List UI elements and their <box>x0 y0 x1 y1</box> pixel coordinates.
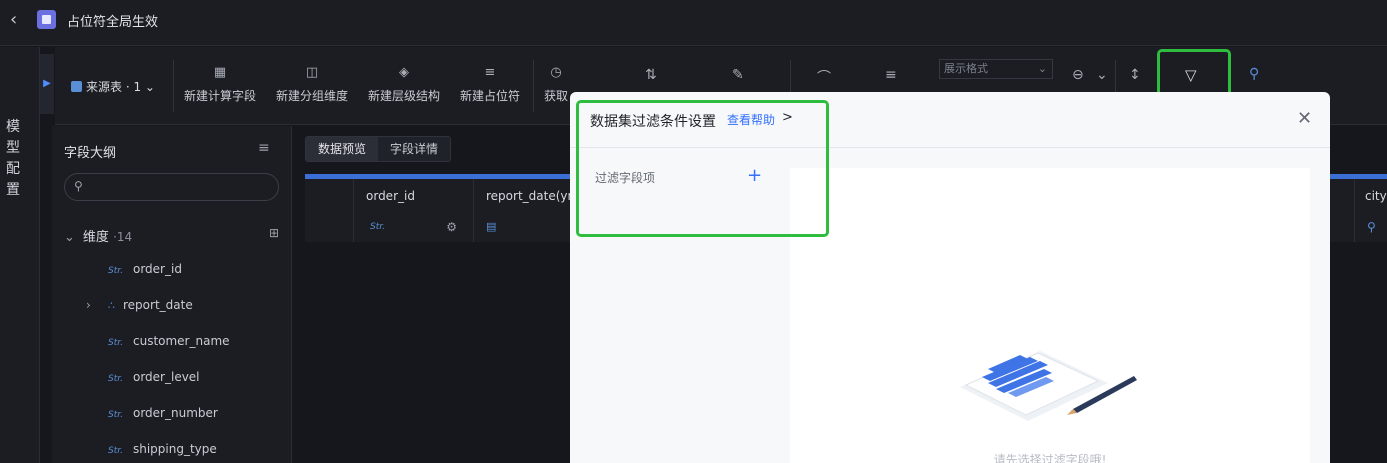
dataset-icon <box>37 10 56 29</box>
new-placeholder-button[interactable]: ≡ 新建占位符 <box>460 65 520 104</box>
outline-search-input[interactable]: ⚲ <box>64 173 279 201</box>
column-header[interactable]: city ⚲ <box>1354 179 1387 242</box>
hierarchy-icon: ∴ <box>108 299 115 312</box>
calculator-icon: ▦ <box>213 65 227 80</box>
field-item[interactable]: Str. shipping_type <box>108 442 217 456</box>
dialog-header-highlight <box>576 100 829 237</box>
add-folder-icon[interactable]: ⊞ <box>269 226 279 240</box>
field-item[interactable]: Str. order_number <box>108 406 218 420</box>
chevron-down-icon: ⌄ <box>144 80 155 94</box>
search-data-icon[interactable]: ⚲ <box>1249 66 1259 82</box>
preview-tabs: 数据预览 字段详情 <box>305 136 452 162</box>
empty-document-illustration <box>960 351 1137 421</box>
chevron-down-icon: ⌄ <box>64 230 75 245</box>
new-calculated-field-button[interactable]: ▦ 新建计算字段 <box>184 65 256 104</box>
outline-title: 字段大纲 <box>64 146 117 161</box>
page-title: 占位符全局生效 <box>67 15 159 30</box>
layers-icon: ◈ <box>399 65 409 80</box>
back-button[interactable]: ‹ <box>10 10 26 30</box>
toolbar-divider <box>173 60 174 112</box>
collapse-menu-icon[interactable]: ≡ <box>258 140 270 156</box>
new-hierarchy-button[interactable]: ◈ 新建层级结构 <box>368 65 440 104</box>
field-outline-panel: 字段大纲 ≡ ⚲ ⌄ 维度 ·14 ⊞ Str. order_id › ∴ report… <box>52 126 292 463</box>
tab-field-details[interactable]: 字段详情 <box>378 137 451 161</box>
field-item[interactable]: Str. order_level <box>108 370 200 384</box>
table-icon <box>71 81 82 92</box>
filter-condition-panel: 请先选择过滤字段哦! <box>790 168 1310 463</box>
merge-icon[interactable]: ≡ <box>885 67 897 83</box>
top-bar: ‹ 占位符全局生效 <box>0 0 1387 46</box>
sort-icon[interactable]: ⇅ <box>645 67 657 83</box>
empty-hint: 请先选择过滤字段哦! <box>993 453 1107 463</box>
model-config-tab[interactable]: 模 型 配 置 <box>0 105 26 198</box>
left-strip: 模 型 配 置 <box>0 47 40 463</box>
close-icon[interactable]: ✕ <box>1297 108 1312 129</box>
new-group-dimension-button[interactable]: ◫ 新建分组维度 <box>276 65 348 104</box>
fetch-button[interactable]: ◷ 获取 <box>544 65 568 104</box>
chevron-down-icon: ⌄ <box>1037 62 1047 75</box>
display-format-select[interactable]: 展示格式 ⌄ <box>939 59 1053 79</box>
field-item[interactable]: › ∴ report_date <box>86 298 193 312</box>
source-table-select[interactable]: 来源表 · 1 ⌄ <box>71 78 155 95</box>
chevron-right-icon[interactable]: › <box>86 298 91 312</box>
fetch-icon: ◷ <box>550 65 562 80</box>
expand-arrow-icon[interactable]: ▶ <box>40 54 54 114</box>
tab-data-preview[interactable]: 数据预览 <box>306 137 379 161</box>
column-header[interactable]: order_id Str. ⚙ <box>354 179 474 242</box>
row-height-icon[interactable]: ↕ <box>1129 67 1141 83</box>
table-corner <box>305 179 354 242</box>
placeholder-icon: ≡ <box>484 65 496 80</box>
calendar-icon: ▤ <box>486 220 497 233</box>
field-item[interactable]: Str. order_id <box>108 262 182 276</box>
group-icon: ◫ <box>305 65 319 80</box>
dimension-group[interactable]: ⌄ 维度 ·14 ⊞ <box>64 226 279 245</box>
field-item[interactable]: Str. customer_name <box>108 334 230 348</box>
split-icon[interactable]: ⌒ <box>817 67 831 87</box>
chevron-down-icon[interactable]: ⌄ <box>1096 67 1108 83</box>
minus-circle-icon[interactable]: ⊖ <box>1072 67 1084 83</box>
edit-icon[interactable]: ✎ <box>732 67 744 83</box>
search-icon: ⚲ <box>74 179 83 193</box>
location-pin-icon: ⚲ <box>1367 220 1376 234</box>
filter-button-highlight <box>1157 49 1231 98</box>
gear-icon[interactable]: ⚙ <box>446 220 457 234</box>
toolbar-divider <box>533 60 534 112</box>
